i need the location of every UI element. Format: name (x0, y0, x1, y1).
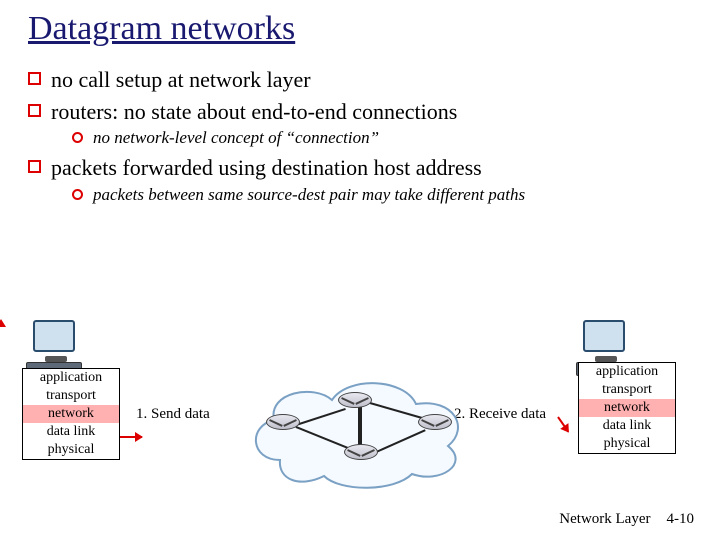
bullet-2: routers: no state about end-to-end conne… (28, 98, 692, 149)
circle-bullet-icon (72, 189, 83, 200)
stack-layer: transport (579, 381, 675, 399)
receive-arrow-icon (557, 416, 569, 432)
stack-layer: data link (579, 417, 675, 435)
stack-layer: application (23, 369, 119, 387)
bullet-1-text: no call setup at network layer (51, 66, 311, 94)
router-icon (418, 414, 452, 430)
footer-section: Network Layer (559, 511, 650, 528)
bullet-3-sub-1: packets between same source-dest pair ma… (72, 184, 692, 205)
network-cloud (260, 380, 470, 480)
bullet-list: no call setup at network layer routers: … (28, 66, 692, 205)
square-bullet-icon (28, 72, 41, 85)
square-bullet-icon (28, 104, 41, 117)
stack-layer: transport (23, 387, 119, 405)
stack-layer-highlight: network (23, 405, 119, 423)
circle-bullet-icon (72, 132, 83, 143)
protocol-stack-left: application transport network data link … (22, 368, 120, 460)
caption-send: 1. Send data (136, 406, 210, 423)
slide-footer: Network Layer 4-10 (559, 511, 694, 528)
bullet-2-sub-1: no network-level concept of “connection” (72, 127, 692, 148)
cloud-icon (244, 368, 484, 492)
bullet-3-sub-1-text: packets between same source-dest pair ma… (93, 184, 525, 205)
monitor-icon (33, 320, 75, 352)
bullet-3: packets forwarded using destination host… (28, 154, 692, 205)
bullet-2-sublist: no network-level concept of “connection” (72, 127, 692, 148)
router-icon (344, 444, 378, 460)
monitor-icon (583, 320, 625, 352)
footer-page: 4-10 (667, 511, 695, 528)
stack-layer: application (579, 363, 675, 381)
bullet-2-text: routers: no state about end-to-end conne… (51, 98, 457, 126)
network-diagram: application transport network data link … (0, 320, 720, 500)
square-bullet-icon (28, 160, 41, 173)
stack-layer: physical (579, 435, 675, 453)
protocol-stack-right: application transport network data link … (578, 362, 676, 454)
router-icon (266, 414, 300, 430)
stack-layer: physical (23, 441, 119, 459)
router-icon (338, 392, 372, 408)
bullet-1: no call setup at network layer (28, 66, 692, 94)
bullet-2-sub-1-text: no network-level concept of “connection” (93, 127, 379, 148)
slide-title: Datagram networks (28, 10, 692, 48)
send-arrow-icon (120, 436, 142, 438)
bullet-3-sublist: packets between same source-dest pair ma… (72, 184, 692, 205)
link-line (358, 406, 362, 448)
stack-layer: data link (23, 423, 119, 441)
bullet-3-text: packets forwarded using destination host… (51, 154, 482, 182)
stack-layer-highlight: network (579, 399, 675, 417)
